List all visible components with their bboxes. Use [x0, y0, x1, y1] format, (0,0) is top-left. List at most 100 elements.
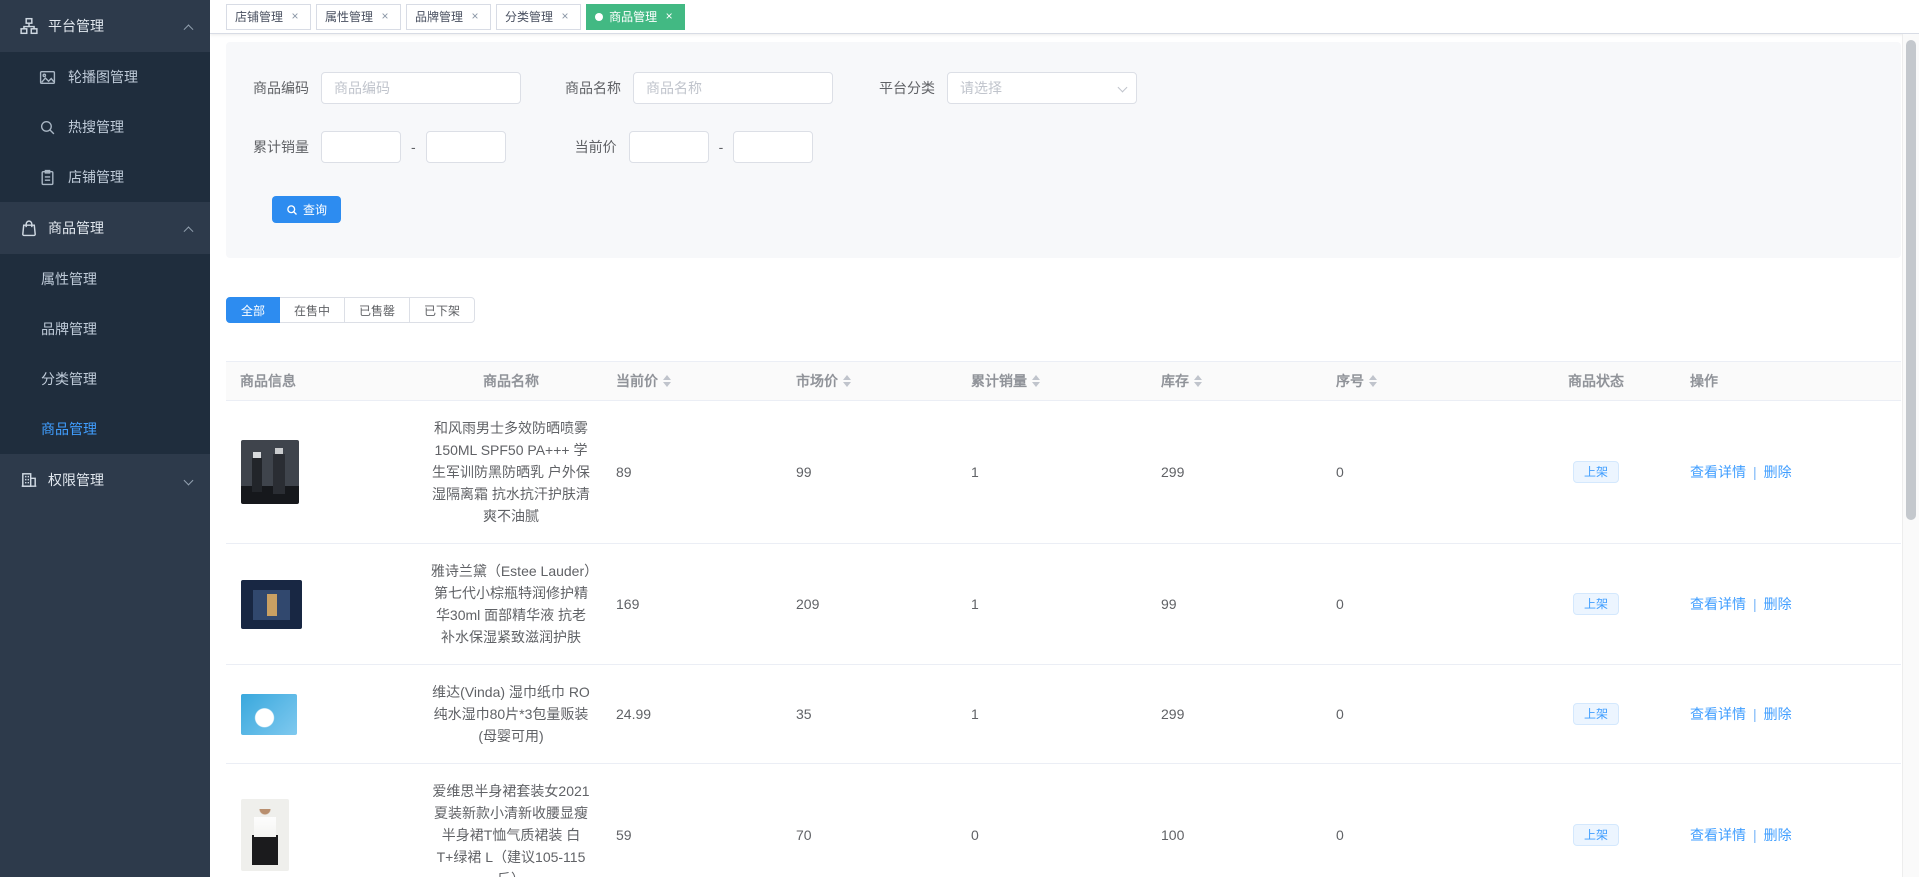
- sidebar-group-permission[interactable]: 权限管理: [0, 454, 210, 506]
- submenu-platform: 轮播图管理 热搜管理 店铺管理: [0, 52, 210, 202]
- vertical-scrollbar[interactable]: [1902, 34, 1919, 877]
- product-image: [241, 440, 299, 504]
- action-divider: |: [1753, 464, 1757, 480]
- sidebar-item-shop[interactable]: 店铺管理: [0, 152, 210, 202]
- sidebar-item-label: 轮播图管理: [68, 69, 138, 85]
- platform-category-select[interactable]: [947, 72, 1137, 104]
- view-detail-link[interactable]: 查看详情: [1690, 827, 1746, 843]
- sidebar-group-platform[interactable]: 平台管理: [0, 0, 210, 52]
- tab-category-manage[interactable]: 分类管理 ×: [496, 3, 582, 30]
- current-price: 24.99: [616, 706, 652, 722]
- status-tab-off-shelf[interactable]: 已下架: [409, 297, 476, 323]
- total-sales: 1: [971, 596, 979, 612]
- status-tab-sold-out[interactable]: 已售罄: [344, 297, 411, 323]
- tags-bar: 店铺管理 × 属性管理 × 品牌管理 × 分类管理 × 商品管理 ×: [210, 0, 1919, 34]
- view-detail-link[interactable]: 查看详情: [1690, 706, 1746, 722]
- product-image: [241, 693, 297, 735]
- close-icon[interactable]: ×: [468, 9, 482, 24]
- active-dot-icon: [595, 12, 604, 21]
- view-detail-link[interactable]: 查看详情: [1690, 596, 1746, 612]
- chevron-down-icon: [183, 475, 194, 485]
- tab-label: 属性管理: [325, 10, 374, 24]
- delete-link[interactable]: 删除: [1764, 596, 1792, 612]
- view-detail-link[interactable]: 查看详情: [1690, 464, 1746, 480]
- sort-carets-icon[interactable]: [843, 375, 851, 387]
- platform-category-select-input[interactable]: [947, 72, 1137, 104]
- search-button[interactable]: 查询: [272, 196, 342, 223]
- shopping-bag-icon: [20, 219, 38, 237]
- stock: 299: [1161, 464, 1185, 480]
- sidebar-item-category[interactable]: 分类管理: [0, 354, 210, 404]
- market-price: 99: [796, 464, 812, 480]
- submenu-product: 属性管理 品牌管理 分类管理 商品管理: [0, 254, 210, 454]
- current-price-max-input[interactable]: [733, 131, 814, 163]
- col-seq-sort[interactable]: 序号: [1326, 371, 1516, 391]
- sidebar: 平台管理 轮播图管理 热搜管理 店铺管理 商品管理 属性管理 品牌管理 分类管理…: [0, 0, 210, 877]
- sidebar-item-label: 热搜管理: [68, 119, 124, 135]
- product-name: 雅诗兰黛（Estee Lauder）第七代小棕瓶特润修护精华30ml 面部精华液…: [430, 563, 592, 645]
- sort-carets-icon[interactable]: [1194, 375, 1202, 387]
- tab-label: 品牌管理: [415, 10, 464, 24]
- status-filter-group: 全部 在售中 已售罄 已下架: [226, 297, 476, 323]
- status-badge: 上架: [1572, 593, 1619, 615]
- delete-link[interactable]: 删除: [1764, 827, 1792, 843]
- main-area: 店铺管理 × 属性管理 × 品牌管理 × 分类管理 × 商品管理 × 商品编码 …: [210, 0, 1919, 877]
- close-icon[interactable]: ×: [378, 9, 392, 24]
- app-window: 平台管理 轮播图管理 热搜管理 店铺管理 商品管理 属性管理 品牌管理 分类管理…: [0, 0, 1919, 877]
- product-code-input[interactable]: [321, 72, 521, 104]
- tab-attribute-manage[interactable]: 属性管理 ×: [316, 3, 402, 30]
- tab-label: 分类管理: [505, 10, 554, 24]
- sidebar-group-product[interactable]: 商品管理: [0, 202, 210, 254]
- status-tab-on-sale[interactable]: 在售中: [279, 297, 346, 323]
- stock: 99: [1161, 596, 1177, 612]
- sidebar-item-label: 店铺管理: [68, 169, 124, 185]
- col-product-name: 商品名称: [483, 373, 539, 389]
- current-price-min-input[interactable]: [628, 131, 709, 163]
- sidebar-item-product-manage-active[interactable]: 商品管理: [0, 404, 210, 454]
- total-sales: 0: [971, 827, 979, 843]
- close-icon[interactable]: ×: [288, 9, 302, 24]
- market-price: 209: [796, 596, 820, 612]
- sort-carets-icon[interactable]: [663, 375, 671, 387]
- product-name-label: 商品名称: [565, 80, 621, 96]
- range-separator: -: [411, 139, 416, 155]
- action-divider: |: [1753, 827, 1757, 843]
- range-separator: -: [718, 139, 724, 155]
- total-sales-max-input[interactable]: [425, 131, 506, 163]
- sidebar-item-carousel[interactable]: 轮播图管理: [0, 52, 210, 102]
- search-button-label: 查询: [303, 203, 328, 217]
- col-market-price-sort[interactable]: 市场价: [786, 371, 961, 391]
- tab-product-manage[interactable]: 商品管理 ×: [586, 3, 686, 30]
- total-sales-min-input[interactable]: [321, 131, 401, 163]
- chevron-up-icon: [183, 23, 194, 34]
- delete-link[interactable]: 删除: [1764, 464, 1792, 480]
- sort-carets-icon[interactable]: [1369, 375, 1377, 387]
- status-badge: 上架: [1572, 824, 1619, 846]
- tab-brand-manage[interactable]: 品牌管理 ×: [406, 3, 492, 30]
- close-icon[interactable]: ×: [662, 9, 676, 24]
- status-tab-all[interactable]: 全部: [226, 297, 281, 323]
- seq: 0: [1336, 464, 1344, 480]
- sidebar-item-brand[interactable]: 品牌管理: [0, 304, 210, 354]
- col-stock-sort[interactable]: 库存: [1151, 371, 1326, 391]
- sort-carets-icon[interactable]: [1032, 375, 1040, 387]
- search-icon: [287, 204, 297, 215]
- table-row: 维达(Vinda) 湿巾纸巾 RO纯水湿巾80片*3包量贩装 (母婴可用) 24…: [226, 665, 1901, 764]
- product-image: [241, 579, 302, 629]
- scrollbar-thumb[interactable]: [1906, 40, 1916, 520]
- sidebar-item-hot-search[interactable]: 热搜管理: [0, 102, 210, 152]
- seq: 0: [1336, 596, 1344, 612]
- product-name-input[interactable]: [633, 72, 833, 104]
- delete-link[interactable]: 删除: [1764, 706, 1792, 722]
- sidebar-item-attribute[interactable]: 属性管理: [0, 254, 210, 304]
- market-price: 35: [796, 706, 812, 722]
- tab-shop-manage[interactable]: 店铺管理 ×: [226, 3, 312, 30]
- tab-label: 店铺管理: [235, 10, 284, 24]
- table-row: 雅诗兰黛（Estee Lauder）第七代小棕瓶特润修护精华30ml 面部精华液…: [226, 544, 1901, 665]
- col-current-price-sort[interactable]: 当前价: [606, 371, 786, 391]
- close-icon[interactable]: ×: [558, 9, 572, 24]
- status-badge: 上架: [1572, 461, 1619, 483]
- table-row: 爱维思半身裙套装女2021夏装新款小清新收腰显瘦半身裙T恤气质裙装 白T+绿裙 …: [226, 764, 1901, 877]
- seq: 0: [1336, 827, 1344, 843]
- col-total-sales-sort[interactable]: 累计销量: [961, 371, 1151, 391]
